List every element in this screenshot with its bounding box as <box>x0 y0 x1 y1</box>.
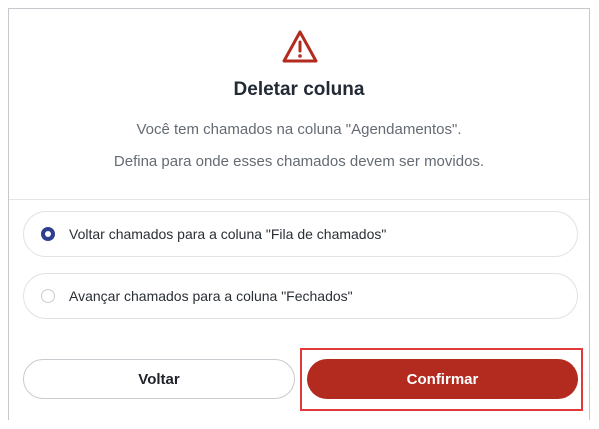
option-label: Voltar chamados para a coluna "Fila de c… <box>69 226 387 242</box>
option-advance-to-closed[interactable]: Avançar chamados para a coluna "Fechados… <box>23 273 578 319</box>
delete-column-dialog: Deletar coluna Você tem chamados na colu… <box>8 8 590 420</box>
radio-unselected-icon[interactable] <box>41 289 55 303</box>
divider <box>9 199 589 200</box>
confirm-button[interactable]: Confirmar <box>307 359 578 399</box>
warning-triangle-icon <box>282 30 318 63</box>
dialog-description-line2: Defina para onde esses chamados devem se… <box>113 153 485 170</box>
radio-selected-icon[interactable] <box>41 227 55 241</box>
back-button[interactable]: Voltar <box>23 359 295 399</box>
dialog-title: Deletar coluna <box>233 79 365 100</box>
dialog-description-line1: Você tem chamados na coluna "Agendamento… <box>136 121 462 138</box>
option-move-back-to-queue[interactable]: Voltar chamados para a coluna "Fila de c… <box>23 211 578 257</box>
option-label: Avançar chamados para a coluna "Fechados… <box>69 288 353 304</box>
